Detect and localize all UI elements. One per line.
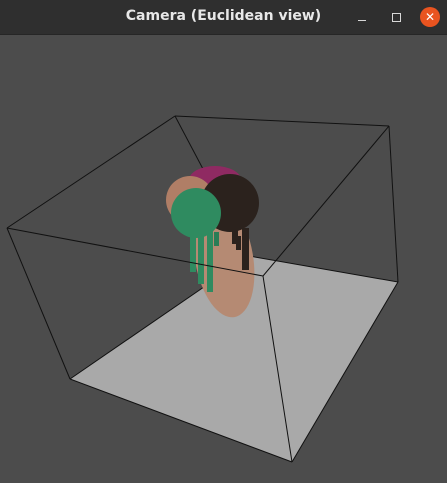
close-icon: ✕ [424, 10, 436, 24]
voxel-object [166, 166, 259, 318]
maximize-button[interactable] [386, 7, 406, 27]
minimize-icon [358, 20, 366, 21]
maximize-icon [391, 13, 401, 22]
minimize-button[interactable] [352, 7, 372, 27]
close-button[interactable]: ✕ [420, 7, 440, 27]
camera-window: Camera (Euclidean view) ✕ [0, 0, 447, 483]
scene-canvas [6, 115, 399, 463]
window-title: Camera (Euclidean view) [125, 8, 322, 24]
title-bar[interactable]: Camera (Euclidean view) ✕ [0, 0, 447, 35]
3d-viewport[interactable] [0, 35, 447, 483]
